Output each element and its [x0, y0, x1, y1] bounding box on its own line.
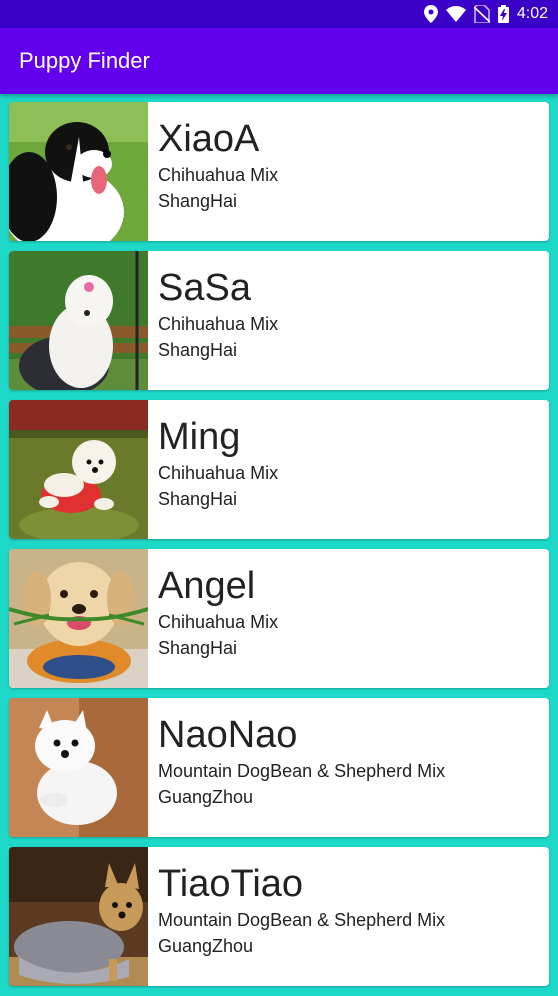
sheepdog-photo: [9, 251, 148, 390]
puppy-card[interactable]: TiaoTiao Mountain DogBean & Shepherd Mix…: [9, 847, 549, 986]
puppy-name: Ming: [158, 416, 241, 458]
puppy-city: GuangZhou: [158, 787, 254, 807]
puppy-breed: Mountain DogBean & Shepherd Mix: [158, 761, 446, 781]
puppy-city: ShangHai: [158, 340, 238, 360]
puppy-breed: Chihuahua Mix: [158, 165, 279, 185]
status-bar: 4:02: [0, 0, 558, 28]
puppy-city: ShangHai: [158, 191, 238, 211]
yorkshire-terrier-photo: [9, 847, 148, 986]
puppy-breed: Chihuahua Mix: [158, 612, 279, 632]
puppy-name: Angel: [158, 565, 256, 607]
status-icons: 4:02: [423, 4, 548, 24]
battery-charging-icon: [497, 5, 509, 23]
puppy-card[interactable]: SaSa Chihuahua Mix ShangHai: [9, 251, 549, 390]
puppy-card[interactable]: Angel Chihuahua Mix ShangHai: [9, 549, 549, 688]
wifi-icon: [445, 6, 466, 22]
puppy-breed: Chihuahua Mix: [158, 463, 279, 483]
puppy-list[interactable]: XiaoA Chihuahua Mix ShangHai SaSa Chihua…: [9, 102, 549, 996]
app-bar: Puppy Finder: [0, 28, 558, 94]
border-collie-photo: [9, 102, 148, 241]
location-icon: [423, 5, 438, 23]
pomeranian-photo: [9, 698, 148, 837]
puppy-name: XiaoA: [158, 118, 260, 160]
puppy-city: GuangZhou: [158, 936, 254, 956]
maltese-photo: [9, 400, 148, 539]
puppy-breed: Chihuahua Mix: [158, 314, 279, 334]
puppy-card[interactable]: Ming Chihuahua Mix ShangHai: [9, 400, 549, 539]
puppy-city: ShangHai: [158, 638, 238, 658]
puppy-name: SaSa: [158, 267, 251, 309]
no-sim-icon: [473, 5, 490, 23]
puppy-card[interactable]: XiaoA Chihuahua Mix ShangHai: [9, 102, 549, 241]
puppy-name: TiaoTiao: [158, 863, 304, 905]
puppy-city: ShangHai: [158, 489, 238, 509]
labrador-puppy-photo: [9, 549, 148, 688]
puppy-card[interactable]: NaoNao Mountain DogBean & Shepherd Mix G…: [9, 698, 549, 837]
puppy-name: NaoNao: [158, 714, 298, 756]
status-time: 4:02: [516, 5, 548, 22]
puppy-breed: Mountain DogBean & Shepherd Mix: [158, 910, 446, 930]
app-title: Puppy Finder: [19, 48, 150, 73]
